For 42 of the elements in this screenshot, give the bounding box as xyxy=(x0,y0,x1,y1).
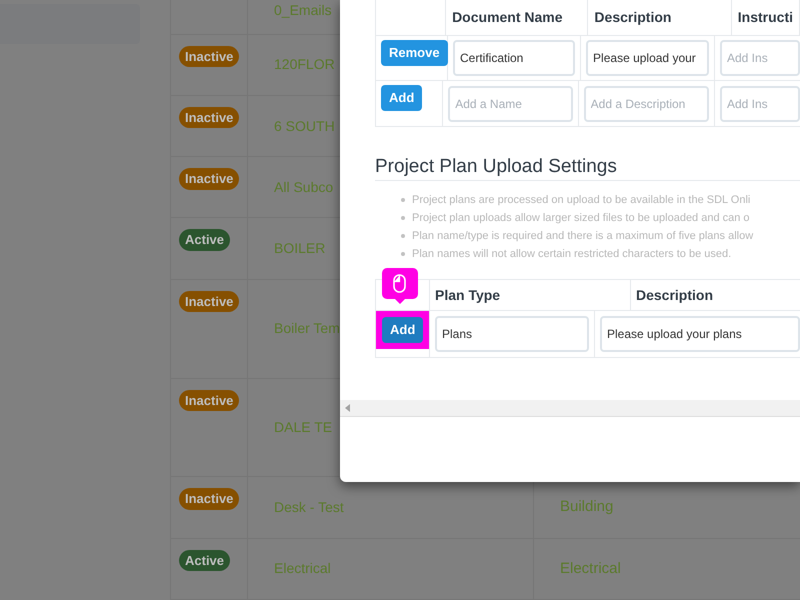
text-input-field[interactable]: Add a Name xyxy=(448,86,573,122)
status-badge: Inactive xyxy=(179,106,240,128)
status-badge: Inactive xyxy=(179,390,240,412)
status-badge: Inactive xyxy=(179,488,240,510)
note-text: Project plans are processed on upload to be available in the SDL Onli xyxy=(412,192,750,208)
note-text: Plan names will not allow certain restricted characters to be used. xyxy=(412,246,732,262)
text-input-field[interactable]: Please upload your plans xyxy=(600,316,800,352)
column-header: Description xyxy=(636,286,714,305)
project-name[interactable]: BOILER xyxy=(274,238,326,260)
note-text: Plan name/type is required and there is a maximum of five plans allow xyxy=(412,228,754,244)
text-input-field[interactable]: Please upload your xyxy=(586,40,709,76)
column-header: Description xyxy=(594,8,672,27)
scroll-left-arrow-icon[interactable] xyxy=(345,404,350,412)
status-badge: Inactive xyxy=(179,46,240,68)
project-name[interactable]: Electrical xyxy=(274,558,331,580)
project-name[interactable]: Boiler Tem xyxy=(274,318,340,340)
text-input-field[interactable]: Plans xyxy=(435,316,589,352)
note-text: Project plan uploads allow larger sized files to be uploaded and can o xyxy=(412,210,750,226)
table-cell-text: Building xyxy=(560,497,614,518)
column-header: Plan Type xyxy=(435,286,500,305)
status-badge: Active xyxy=(179,229,230,251)
text-input-field[interactable]: Add Ins xyxy=(720,86,800,122)
status-badge: Inactive xyxy=(179,290,240,312)
text-input-field[interactable]: Add Ins xyxy=(720,40,800,76)
status-badge: Active xyxy=(179,550,230,572)
project-name[interactable]: DALE TE xyxy=(274,417,332,438)
row-action-button[interactable]: Add xyxy=(381,85,422,110)
click-marker xyxy=(382,268,418,304)
project-name[interactable]: All Subco xyxy=(274,176,334,198)
status-badge: Inactive xyxy=(179,168,240,190)
column-header: Instructi xyxy=(738,8,793,27)
project-name[interactable]: 6 SOUTH xyxy=(274,116,335,137)
table-cell-text: Electrical xyxy=(560,558,621,579)
row-action-button[interactable]: Add xyxy=(382,317,424,342)
text-input-field[interactable]: Add a Description xyxy=(584,86,709,122)
row-action-button[interactable]: Remove xyxy=(381,40,448,66)
section-title: Project Plan Upload Settings xyxy=(375,155,618,179)
column-header: Document Name xyxy=(452,8,563,27)
project-name[interactable]: 0_Emails xyxy=(274,0,332,21)
project-name[interactable]: 120FLOR xyxy=(274,54,335,76)
text-input-field[interactable]: Certification xyxy=(453,40,576,76)
project-name[interactable]: Desk - Test xyxy=(274,497,344,518)
